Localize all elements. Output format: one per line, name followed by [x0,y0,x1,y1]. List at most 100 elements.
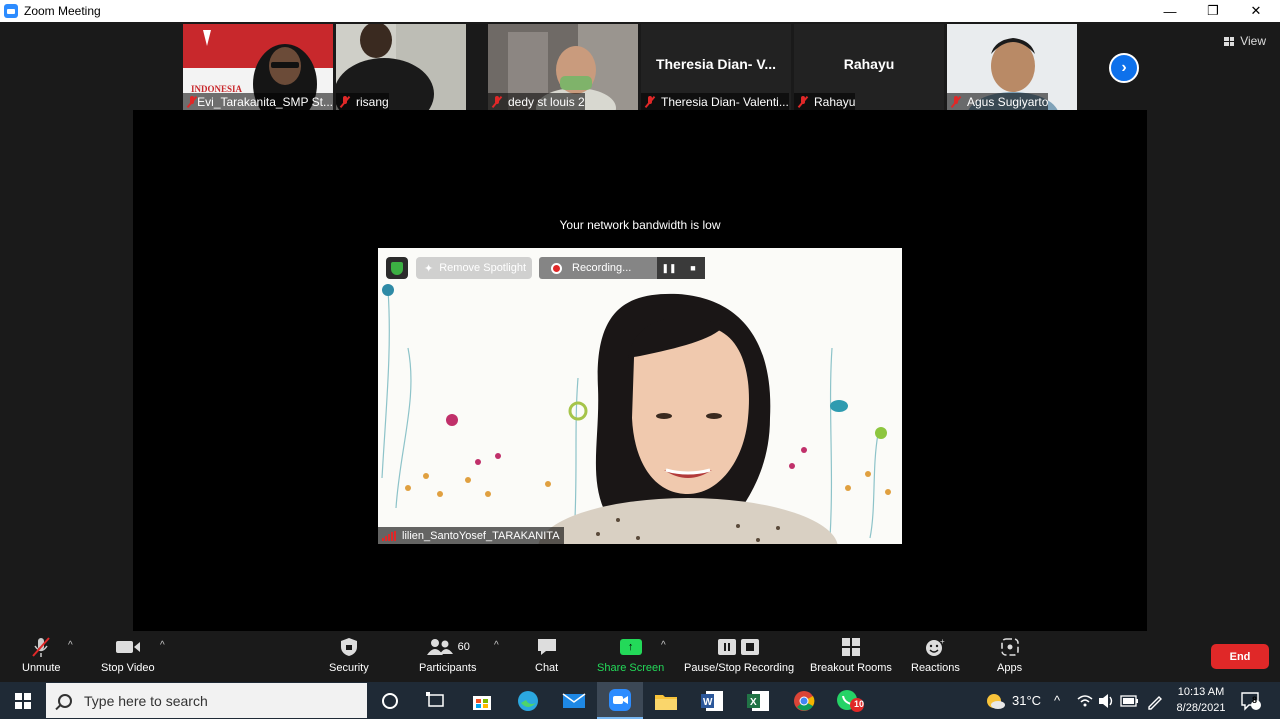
whatsapp-unread-badge: 10 [854,699,865,709]
close-button[interactable]: ✕ [1235,0,1277,22]
main-stage: Your network bandwidth is low ✦ Remove S… [133,110,1147,631]
video-camera-icon [115,636,141,658]
participant-tile[interactable]: Theresia Dian- V... Theresia Dian- Valen… [641,24,791,110]
participant-tile[interactable]: dedy st louis 2 [488,24,638,110]
weather-widget[interactable]: 31°C [984,682,1041,719]
encryption-shield-icon[interactable] [386,257,408,279]
audio-options-caret-icon[interactable]: ^ [68,640,73,651]
svg-text:X: X [750,697,757,708]
show-hidden-icons-chevron-icon[interactable]: ^ [1054,682,1060,719]
edge-icon[interactable] [505,682,551,719]
mic-muted-icon [798,95,808,108]
share-screen-icon: ↑ [619,636,642,658]
mic-muted-icon [187,95,195,108]
mic-muted-icon [492,95,502,108]
share-options-caret-icon[interactable]: ^ [661,640,666,651]
reactions-button[interactable]: + Reactions [911,636,960,674]
whatsapp-icon[interactable]: 10 [827,682,873,719]
speaker-video-frame [378,248,902,544]
excel-icon[interactable]: X [735,682,781,719]
remove-spotlight-button[interactable]: ✦ Remove Spotlight [416,257,532,279]
record-icon [551,262,562,274]
mic-muted-icon [951,95,961,108]
svg-text:+: + [940,637,945,646]
participant-name: Rahayu [794,93,856,110]
mic-muted-icon [645,95,655,108]
svg-text:W: W [703,697,713,708]
mic-muted-icon [29,636,53,658]
view-button[interactable]: View [1224,34,1266,48]
mic-muted-icon [340,95,350,108]
file-explorer-icon[interactable] [643,682,689,719]
apps-button[interactable]: Apps [997,636,1022,674]
chrome-icon[interactable] [781,682,827,719]
unmute-button[interactable]: Unmute [22,636,61,674]
task-view-icon[interactable] [413,682,459,719]
zoom-icon[interactable] [597,682,643,719]
pause-recording-icon[interactable]: ❚❚ [657,257,681,279]
active-speaker-video[interactable]: ✦ Remove Spotlight Recording... ❚❚ ■ lil… [378,248,902,544]
video-options-caret-icon[interactable]: ^ [160,640,165,651]
windows-taskbar: Type here to search W X 10 31°C ^ 10:13 … [0,682,1280,719]
stop-recording-icon[interactable]: ■ [681,257,705,279]
pin-icon: ✦ [424,262,434,275]
restore-button[interactable]: ❐ [1192,0,1234,22]
chat-bubble-icon [536,636,558,658]
participants-button[interactable]: 60 Participants [419,636,476,674]
meeting-area: INDONESIA Evi_Tarakanita_SMP St... risan… [0,22,1280,632]
breakout-rooms-icon [841,636,861,658]
security-shield-icon [339,636,359,658]
start-button[interactable] [0,682,45,719]
next-page-arrow-icon[interactable]: › [1109,53,1139,83]
grid-icon [1224,36,1235,46]
share-screen-button[interactable]: ↑ Share Screen [597,636,664,674]
participant-tile[interactable]: Agus Sugiyarto [947,24,1077,110]
participants-count: 60 [457,641,470,653]
weather-sun-icon [987,693,1005,709]
clock-time: 10:13 AM [1177,686,1225,698]
participant-name: Agus Sugiyarto [947,93,1049,110]
battery-icon[interactable] [1120,682,1140,719]
system-clock[interactable]: 10:13 AM 8/28/2021 [1168,684,1234,716]
pen-workspace-icon[interactable] [1146,682,1164,719]
participant-name: Evi_Tarakanita_SMP St... [183,93,333,110]
participant-name: risang [336,93,389,110]
pause-stop-icon [717,636,761,658]
minimize-button[interactable]: — [1149,0,1191,22]
participant-display-name: Theresia Dian- V... [655,56,777,72]
speaker-name-label: lilien_SantoYosef_TARAKANITA [378,527,564,544]
participant-tile[interactable]: Rahayu Rahayu [794,24,944,110]
taskbar-search-box[interactable]: Type here to search [46,683,367,718]
participant-tile[interactable]: risang [336,24,466,110]
windows-logo-icon [14,692,31,709]
participant-name: Theresia Dian- Valenti... [641,93,789,110]
word-icon[interactable]: W [689,682,735,719]
clock-date: 8/28/2021 [1176,702,1226,714]
chat-button[interactable]: Chat [535,636,558,674]
cortana-icon[interactable] [367,682,413,719]
participant-strip: INDONESIA Evi_Tarakanita_SMP St... risan… [0,24,1280,110]
volume-icon[interactable] [1098,682,1116,719]
end-meeting-button[interactable]: End [1211,644,1269,669]
smiley-icon: + [924,636,946,658]
security-button[interactable]: Security [329,636,369,674]
search-icon [58,693,72,708]
participant-tile[interactable]: INDONESIA Evi_Tarakanita_SMP St... [183,24,333,110]
participant-name: dedy st louis 2 [488,93,585,110]
store-icon[interactable] [459,682,505,719]
participants-icon: 60 [426,636,470,658]
pause-stop-recording-button[interactable]: Pause/Stop Recording [684,636,794,674]
wifi-icon[interactable] [1076,682,1094,719]
breakout-rooms-button[interactable]: Breakout Rooms [810,636,892,674]
apps-icon [1000,636,1020,658]
mail-icon[interactable] [551,682,597,719]
participants-options-caret-icon[interactable]: ^ [494,640,499,651]
stop-video-button[interactable]: Stop Video [101,636,155,674]
notification-count: 8 [1252,695,1258,705]
bandwidth-notice: Your network bandwidth is low [559,218,721,232]
zoom-app-icon [4,4,18,18]
notification-center-icon[interactable]: 8 [1240,682,1262,719]
signal-strength-icon [382,530,396,541]
meeting-toolbar: Unmute ^ Stop Video ^ Security 60 Partic… [0,632,1280,682]
window-titlebar: Zoom Meeting — ❐ ✕ [0,0,1280,22]
